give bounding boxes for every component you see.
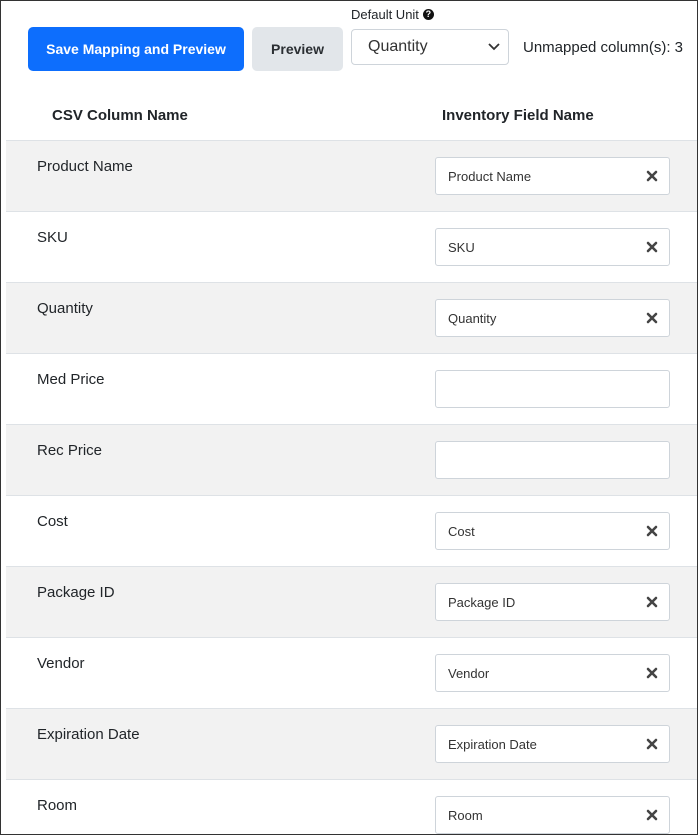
times-icon[interactable] (645, 524, 659, 538)
times-icon[interactable] (645, 595, 659, 609)
inventory-field-input[interactable]: Vendor (435, 654, 670, 692)
inventory-field-value: Room (448, 807, 483, 823)
inventory-field-input[interactable]: SKU (435, 228, 670, 266)
table-row: Room Room (6, 779, 697, 834)
table-row: Product Name Product Name (6, 140, 697, 211)
save-mapping-preview-button[interactable]: Save Mapping and Preview (28, 27, 244, 71)
question-circle-icon[interactable]: ? (422, 9, 434, 20)
inventory-field-value: SKU (448, 239, 475, 255)
inventory-field-input[interactable]: Room (435, 796, 670, 834)
default-unit-select[interactable]: Quantity (351, 29, 509, 65)
unmapped-label: Unmapped column(s): (523, 39, 671, 56)
inventory-field-value: Cost (448, 523, 475, 539)
inventory-field-input[interactable]: Expiration Date (435, 725, 670, 763)
times-icon[interactable] (645, 737, 659, 751)
times-icon[interactable] (645, 240, 659, 254)
times-icon[interactable] (645, 808, 659, 822)
table-row: Quantity Quantity (6, 282, 697, 353)
preview-button[interactable]: Preview (252, 27, 343, 71)
table-row: Vendor Vendor (6, 637, 697, 708)
table-row: Expiration Date Expiration Date (6, 708, 697, 779)
unmapped-columns-status: Unmapped column(s): 3 (519, 39, 683, 56)
default-unit-value: Quantity (368, 38, 428, 55)
inventory-field-input[interactable]: Cost (435, 512, 670, 550)
csv-column-name: Cost (37, 513, 68, 530)
csv-column-name: Rec Price (37, 442, 103, 459)
csv-column-name: Vendor (37, 655, 85, 672)
table-row: SKU SKU (6, 211, 697, 282)
csv-column-header: CSV Column Name (52, 107, 188, 124)
csv-column-name: Quantity (37, 300, 93, 317)
inventory-field-value: Quantity (448, 310, 497, 326)
csv-column-name: SKU (37, 229, 68, 246)
inventory-field-input[interactable] (435, 441, 670, 479)
unmapped-count: 3 (674, 39, 683, 56)
inventory-field-value: Product Name (448, 168, 532, 184)
inventory-field-value: Expiration Date (448, 736, 537, 752)
table-row: Package ID Package ID (6, 566, 697, 637)
chevron-down-icon (488, 40, 500, 54)
inventory-field-input[interactable]: Package ID (435, 583, 670, 621)
inventory-field-value: Vendor (448, 665, 490, 681)
inventory-field-input[interactable]: Quantity (435, 299, 670, 337)
times-icon[interactable] (645, 666, 659, 680)
inventory-field-value: Package ID (448, 594, 516, 610)
inventory-field-header: Inventory Field Name (442, 107, 594, 124)
times-icon[interactable] (645, 311, 659, 325)
inventory-field-input[interactable] (435, 370, 670, 408)
mapping-table: Product Name Product Name SKU SKU Quanti… (6, 140, 697, 834)
csv-column-name: Product Name (37, 158, 133, 175)
table-row: Med Price (6, 353, 697, 424)
csv-mapping-panel: Save Mapping and Preview Preview Default… (0, 0, 698, 835)
csv-column-name: Package ID (37, 584, 115, 601)
default-unit-label: Default Unit ? (351, 7, 434, 22)
table-row: Rec Price (6, 424, 697, 495)
inventory-field-input[interactable]: Product Name (435, 157, 670, 195)
csv-column-name: Expiration Date (37, 726, 140, 743)
csv-column-name: Med Price (37, 371, 105, 388)
table-row: Cost Cost (6, 495, 697, 566)
times-icon[interactable] (645, 169, 659, 183)
default-unit-text: Default Unit (351, 7, 419, 22)
csv-column-name: Room (37, 797, 78, 814)
